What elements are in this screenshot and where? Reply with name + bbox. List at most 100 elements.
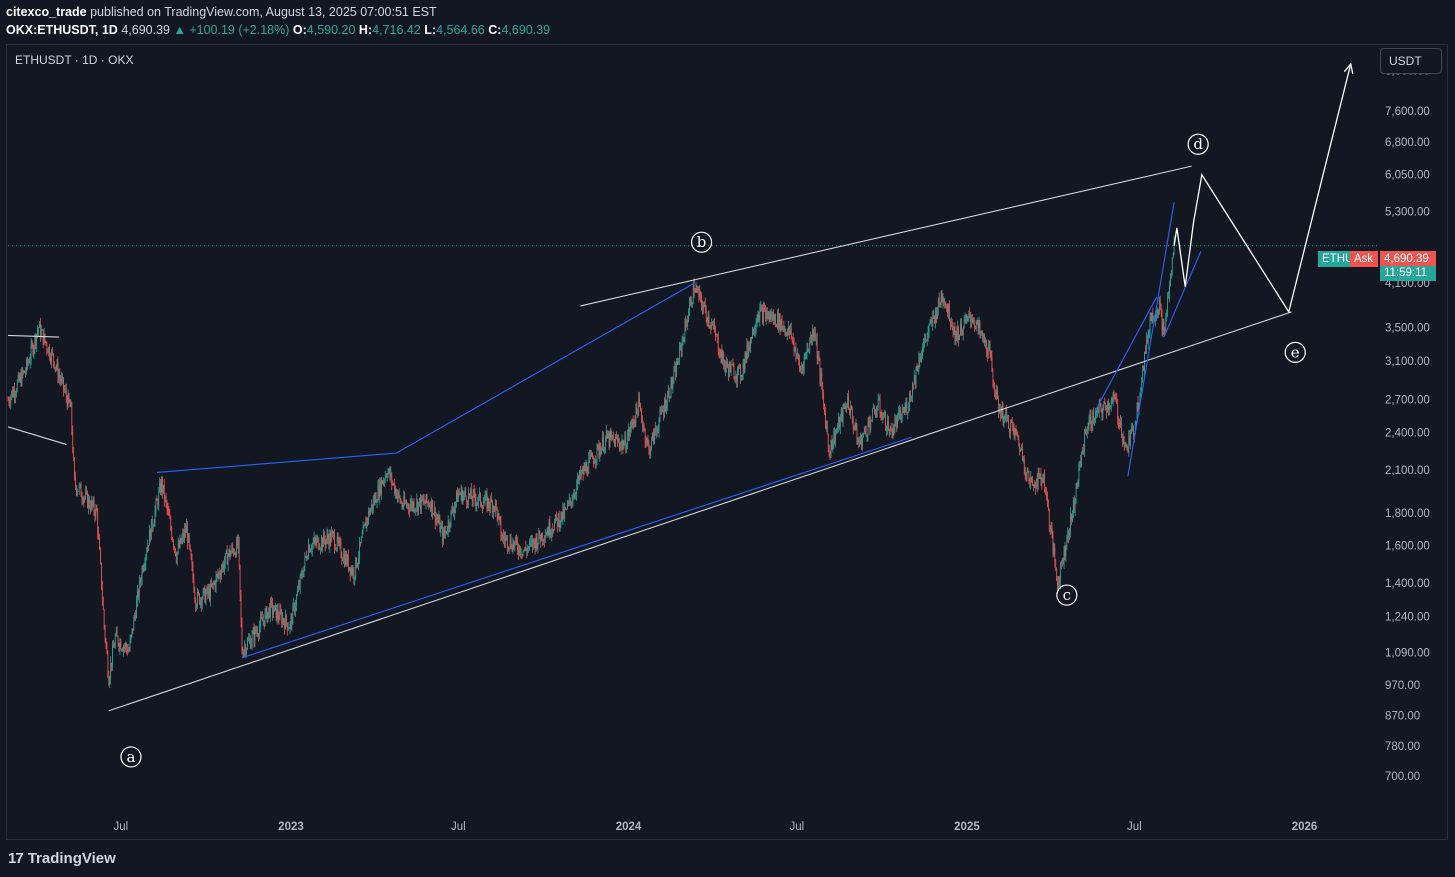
candle: [288, 627, 290, 630]
candle-body: [1063, 546, 1065, 563]
candle-body: [142, 567, 144, 571]
candle: [659, 406, 661, 423]
candle: [383, 478, 385, 488]
candle-body: [759, 308, 761, 321]
candle-body: [1037, 471, 1039, 488]
candle-body: [249, 638, 250, 640]
candle-body: [189, 545, 191, 551]
candle-body: [635, 404, 637, 423]
candle-body: [72, 430, 74, 452]
candle: [789, 325, 790, 340]
candle: [562, 502, 564, 525]
candle: [577, 472, 579, 491]
candle-body: [733, 365, 735, 379]
candle: [179, 534, 181, 550]
time-tick-label: Jul: [451, 821, 466, 833]
candle-body: [395, 489, 396, 494]
candle: [832, 438, 834, 453]
candle: [850, 400, 851, 419]
candle-body: [1113, 394, 1115, 397]
candle: [799, 354, 800, 373]
candle-body: [1010, 422, 1011, 434]
candle: [438, 510, 440, 525]
candle-body: [453, 511, 455, 514]
candle-body: [1012, 426, 1014, 429]
candle: [44, 333, 46, 344]
candle-body: [609, 431, 611, 446]
candle-body: [443, 530, 444, 541]
candle-body: [132, 628, 134, 631]
candle-body: [470, 489, 471, 496]
candle-body: [62, 377, 63, 379]
candle-body: [236, 539, 238, 547]
candle-body: [770, 313, 772, 317]
candle-body: [975, 323, 977, 329]
candle-body: [307, 557, 308, 560]
candle: [878, 395, 880, 401]
candle-body: [719, 354, 721, 357]
candle-body: [27, 359, 28, 365]
price-chart[interactable]: abcde 8,800.007,600.006,800.006,050.005,…: [0, 0, 1455, 877]
candle: [490, 495, 492, 514]
candle-body: [913, 375, 915, 385]
candle: [55, 364, 57, 372]
candle-body: [544, 535, 546, 541]
candle-body: [659, 410, 661, 421]
candle: [935, 307, 936, 329]
candle: [782, 325, 784, 332]
candle-body: [707, 316, 709, 323]
candle-body: [245, 646, 247, 654]
candle-body: [365, 522, 367, 529]
candle: [1067, 527, 1069, 543]
candle-body: [790, 328, 792, 338]
candle-body: [736, 376, 738, 381]
candle: [51, 348, 52, 369]
candle-body: [1170, 272, 1172, 275]
candle: [302, 569, 304, 578]
candle-body: [1127, 446, 1129, 453]
candle-body: [139, 579, 141, 583]
candle: [523, 548, 525, 553]
candle-body: [482, 503, 484, 509]
candle: [912, 383, 914, 390]
candle-body: [1079, 461, 1081, 465]
candle: [527, 544, 529, 557]
candle-body: [1088, 419, 1090, 427]
candle-body: [725, 365, 726, 371]
candle-body: [387, 471, 389, 477]
candle: [924, 333, 926, 344]
candle: [340, 537, 342, 559]
candle-body: [832, 443, 834, 450]
candle-body: [301, 573, 303, 576]
candle: [973, 317, 975, 332]
time-tick-label: 2024: [616, 821, 642, 833]
candle: [281, 609, 283, 628]
candle-body: [513, 541, 515, 547]
candle-body: [940, 295, 942, 306]
symbol-legend[interactable]: ETHUSDT · 1D · OKX: [15, 53, 133, 67]
candle: [725, 360, 727, 377]
candle-body: [384, 475, 386, 481]
candle-body: [217, 574, 219, 576]
candle: [808, 348, 810, 353]
candle: [154, 505, 156, 528]
tradingview-logo[interactable]: 17 TradingView: [8, 850, 116, 867]
candle-body: [230, 552, 232, 557]
candle: [856, 423, 858, 445]
candle: [985, 337, 986, 349]
candle: [329, 529, 331, 553]
candle: [464, 487, 466, 500]
candle: [174, 547, 176, 557]
currency-unit-button[interactable]: USDT: [1380, 48, 1442, 74]
candle-body: [359, 542, 361, 544]
candle: [10, 394, 12, 410]
candle: [195, 597, 197, 613]
candle: [1146, 334, 1148, 345]
candle-body: [590, 455, 591, 457]
candle: [12, 386, 14, 398]
candle: [388, 468, 390, 475]
candle-body: [1150, 317, 1152, 321]
candle: [402, 502, 404, 510]
candle-body: [582, 468, 584, 475]
candle: [418, 501, 419, 516]
